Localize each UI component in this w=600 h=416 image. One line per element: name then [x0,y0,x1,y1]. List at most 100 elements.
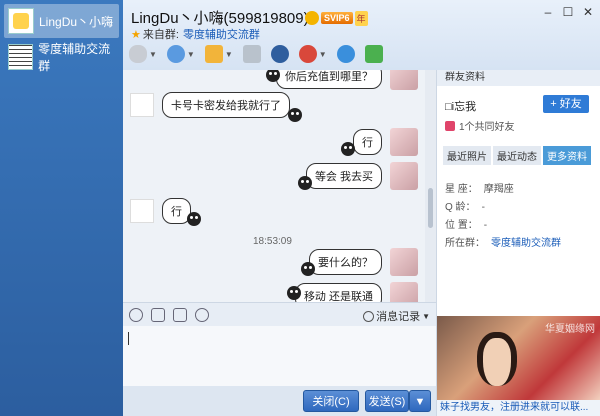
info-value: - [483,220,488,231]
message-bubble: 行 [353,129,382,155]
avatar[interactable] [390,128,418,156]
chevron-down-icon: ▼ [149,49,157,59]
ad-banner[interactable]: 华夏姻缘网 [437,316,600,400]
message-history-button[interactable]: 消息记录 ▼ [363,308,430,324]
info-label: Q 龄： [445,202,476,213]
emoji-decoration-icon [341,142,355,156]
contact-name: LingDu丶小嗨(599819809) [131,10,309,27]
message-bubble: 卡号卡密发给我就行了 [162,92,290,118]
avatar [8,8,34,34]
avatar[interactable] [390,162,418,190]
info-row-group: 所在群： 零度辅助交流群 [445,234,561,249]
tab-recent-activity[interactable]: 最近动态 [493,146,541,165]
tab-more-info[interactable]: 更多资料 [543,146,591,165]
from-label: 来自群: [142,29,179,41]
penguin-icon [305,11,319,25]
clock-icon [363,310,375,322]
chat-window: LingDu丶小嗨(599819809) SVIP6 年 ★ 来自群: 零度辅助… [123,0,600,416]
message-timestamp: 18:53:09 [253,236,292,247]
screen-share-button[interactable] [242,43,261,65]
message-left: 行 [130,198,201,226]
tab-recent-photos[interactable]: 最近照片 [443,146,491,165]
maximize-button[interactable]: ☐ [560,4,576,20]
video-call-button[interactable]: ▼ [166,43,195,65]
emoji-icon[interactable] [129,307,143,322]
chevron-down-icon: ▼ [186,49,195,59]
session-item-group[interactable]: 零度辅助交流群 [4,40,119,74]
input-toolbar: 消息记录 ▼ [123,302,436,326]
session-item-lingdu[interactable]: LingDu丶小嗨 [4,4,119,38]
common-friends-label: 1个共同好友 [459,122,515,133]
screen-icon [242,45,261,63]
star-icon: ★ [131,28,141,41]
title-bar: LingDu丶小嗨(599819809) SVIP6 年 ★ 来自群: 零度辅助… [123,0,600,70]
session-name: LingDu丶小嗨 [39,14,114,29]
close-window-button[interactable]: ✕ [580,4,596,20]
chevron-down-icon: ▼ [422,311,430,321]
emoji-decoration-icon [187,212,201,226]
message-list: 你后充值到哪里？ 卡号卡密发给我就行了 行 等会 我去买 行 18:53:09 … [123,70,436,302]
remove-user-icon [298,45,317,63]
common-friends[interactable]: 1个共同好友 [445,118,515,133]
font-icon[interactable] [151,307,165,322]
input-footer: 关闭(C) 发送(S) ▼ [123,386,436,416]
panel-title: 群友资料 [437,70,600,86]
scrollbar[interactable] [425,70,436,302]
send-file-button[interactable]: ▼ [204,43,233,65]
member-nickname: □i忘我 [445,101,477,113]
send-button[interactable]: 发送(S) [365,390,409,412]
add-contact-button[interactable] [336,43,355,65]
info-row-zodiac: 星 座： 摩羯座 [445,180,514,195]
info-label: 位 置： [445,220,478,231]
message-bubble: 要什么的？ [309,249,382,275]
voice-call-button[interactable]: ▼ [129,43,157,65]
scissors-icon[interactable] [195,307,209,322]
session-name: 零度辅助交流群 [38,42,111,73]
from-group-link[interactable]: 零度辅助交流群 [183,26,260,42]
ad-link[interactable]: 妹子找男友，注册进来就可以联... [437,400,600,416]
message-right: 要什么的？ [301,248,418,276]
avatar[interactable] [130,199,154,223]
message-bubble: 等会 我去买 [305,163,382,189]
message-right: 等会 我去买 [297,162,418,190]
ad-watermark: 华夏姻缘网 [545,324,595,335]
chevron-down-icon: ▼ [414,396,426,408]
chat-bubble-icon [364,45,383,63]
block-button[interactable]: ▼ [298,43,327,65]
emoji-decoration-icon [297,176,312,190]
svip-badge[interactable]: SVIP6 年 [305,10,368,26]
emoji-decoration-icon [301,262,315,276]
avatar[interactable] [390,248,418,276]
year-label: 年 [354,10,368,26]
info-label: 星 座： [445,184,478,195]
message-bubble: 移动 还是联通 [294,283,382,302]
emoji-decoration-icon [288,108,302,122]
message-bubble: 你后充值到哪里？ [276,70,382,89]
group-link[interactable]: 零度辅助交流群 [491,238,561,249]
close-button[interactable]: 关闭(C) [303,390,359,412]
info-row-location: 位 置： - [445,216,487,231]
avatar[interactable] [390,282,418,302]
panel-tabs: 最近照片 最近动态 更多资料 [443,146,593,165]
image-icon[interactable] [173,307,187,322]
session-list: LingDu丶小嗨 零度辅助交流群 [0,0,123,416]
friend-icon [445,120,455,131]
info-row-q-age: Q 龄： - [445,198,485,213]
report-button[interactable] [270,43,289,65]
add-friend-button[interactable]: + 好友 [543,95,589,113]
chevron-down-icon: ▼ [224,49,233,59]
text-caret [128,332,129,345]
send-options-dropdown[interactable]: ▼ [409,390,431,412]
chat-tools-button[interactable] [364,43,383,65]
toolbar: ▼ ▼ ▼ ▼ [129,42,393,66]
scrollbar-thumb[interactable] [428,188,433,228]
add-user-icon [336,45,355,63]
minimize-button[interactable]: – [540,4,556,20]
info-value: - [481,202,485,213]
emoji-decoration-icon [286,286,301,300]
avatar[interactable] [390,70,418,90]
video-icon [166,45,185,63]
message-input[interactable] [123,326,436,386]
avatar[interactable] [130,93,154,117]
ad-photo [477,332,517,386]
